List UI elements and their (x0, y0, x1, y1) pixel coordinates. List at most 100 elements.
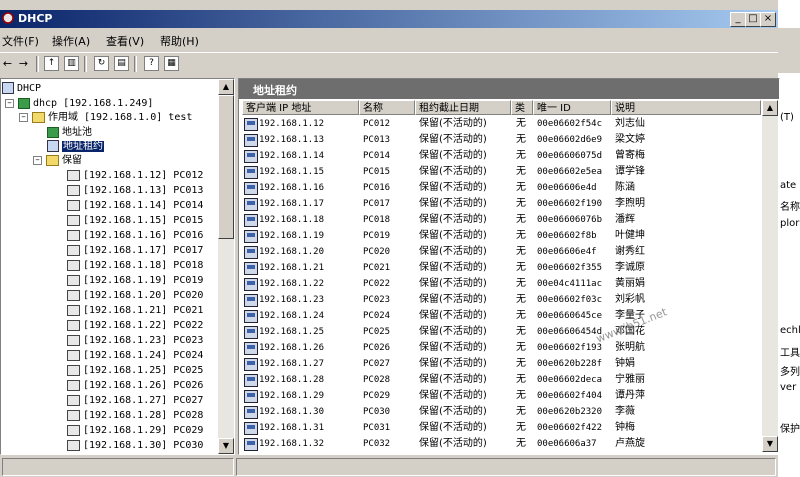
show-tree-icon[interactable]: ▥ (64, 56, 79, 71)
lease-row[interactable]: 192.168.1.19 PC019 保留(不活动的) 无 00e06602f8b 叶健坤 (239, 228, 761, 244)
refresh-icon[interactable]: ↻ (94, 56, 109, 71)
cell-ip: 192.168.1.24 (259, 311, 325, 321)
tree-node-scope[interactable]: − 作用域 [192.168.1.0] test (19, 110, 192, 125)
minimize-button[interactable]: _ (730, 12, 746, 27)
list-scrollbar[interactable]: ▲ ▼ (762, 100, 778, 452)
tree-node-address-pool[interactable]: 地址池 (47, 125, 92, 140)
cell-description: 李薇 (615, 406, 635, 417)
cell-type: 无 (516, 214, 526, 225)
lease-row[interactable]: 192.168.1.28 PC028 保留(不活动的) 无 00e06602deca 宁雅… (239, 372, 761, 388)
lease-row[interactable]: 192.168.1.13 PC013 保留(不活动的) 无 00e06602d6e9 梁文… (239, 132, 761, 148)
lease-row[interactable]: 192.168.1.20 PC020 保留(不活动的) 无 00e06606e4f 谢秀红 (239, 244, 761, 260)
tree-node-reservations[interactable]: − 保留 (33, 153, 82, 168)
tree-node-reservation[interactable]: [192.168.1.25] PC025 (67, 363, 203, 378)
lease-row[interactable]: 192.168.1.22 PC022 保留(不活动的) 无 00e04c4111ac 黄丽… (239, 276, 761, 292)
lease-row[interactable]: 192.168.1.32 PC032 保留(不活动的) 无 00e06606a37 卢燕旋 (239, 436, 761, 452)
menu-help[interactable]: 帮助(H) (160, 33, 199, 49)
tree-node-server[interactable]: − dhcp [192.168.1.249] (5, 96, 153, 111)
computer-icon (244, 406, 258, 419)
menu-view[interactable]: 查看(V) (106, 33, 144, 49)
menu-file[interactable]: 文件(F) (2, 33, 39, 49)
cell-name: PC032 (363, 439, 391, 449)
tree-node-reservation[interactable]: [192.168.1.26] PC026 (67, 378, 203, 393)
menu-action[interactable]: 操作(A) (52, 33, 90, 49)
lease-row[interactable]: 192.168.1.12 PC012 保留(不活动的) 无 00e06602f54c 刘志… (239, 116, 761, 132)
lease-row[interactable]: 192.168.1.21 PC021 保留(不活动的) 无 00e06602f355 李诚… (239, 260, 761, 276)
dhcp-root-icon (2, 82, 14, 94)
column-header-lease-expiry[interactable]: 租约截止日期 (415, 100, 511, 115)
tree-node-address-leases[interactable]: 地址租约 (47, 139, 104, 154)
column-header-type[interactable]: 类 (511, 100, 533, 115)
tree-node-reservation[interactable]: [192.168.1.14] PC014 (67, 198, 203, 213)
cell-name: PC017 (363, 199, 391, 209)
forward-arrow-icon[interactable]: → (16, 56, 31, 71)
collapse-icon[interactable]: − (33, 155, 42, 165)
lease-row[interactable]: 192.168.1.26 PC026 保留(不活动的) 无 00e06602f193 张明… (239, 340, 761, 356)
scroll-down-icon[interactable]: ▼ (762, 436, 778, 452)
tree-node-dhcp[interactable]: DHCP (2, 81, 41, 96)
tree-scrollbar[interactable]: ▲ ▼ (218, 79, 234, 454)
cell-lease-expiry: 保留(不活动的) (419, 230, 487, 241)
lease-row[interactable]: 192.168.1.23 PC023 保留(不活动的) 无 00e06602f03c 刘彩… (239, 292, 761, 308)
tree-node-reservation[interactable]: [192.168.1.22] PC022 (67, 318, 203, 333)
lease-row[interactable]: 192.168.1.18 PC018 保留(不活动的) 无 00e06606076b 潘辉 (239, 212, 761, 228)
cell-type: 无 (516, 326, 526, 337)
computer-icon (244, 278, 258, 291)
lease-row[interactable]: 192.168.1.29 PC029 保留(不活动的) 无 00e06602f404 谭丹… (239, 388, 761, 404)
lease-row[interactable]: 192.168.1.24 PC024 保留(不活动的) 无 00e0660645ce 李量… (239, 308, 761, 324)
cell-lease-expiry: 保留(不活动的) (419, 134, 487, 145)
tree-node-reservation[interactable]: [192.168.1.29] PC029 (67, 423, 203, 438)
tree-node-reservation[interactable]: [192.168.1.19] PC019 (67, 273, 203, 288)
cell-description: 黄丽娟 (615, 278, 645, 289)
tree-node-reservation[interactable]: [192.168.1.13] PC013 (67, 183, 203, 198)
tree-node-reservation[interactable]: [192.168.1.15] PC015 (67, 213, 203, 228)
up-folder-icon[interactable]: ↑ (44, 56, 59, 71)
help-icon[interactable]: ? (144, 56, 159, 71)
cell-ip: 192.168.1.14 (259, 151, 325, 161)
tree-node-reservation[interactable]: [192.168.1.27] PC027 (67, 393, 203, 408)
column-header-description[interactable]: 说明 (611, 100, 761, 115)
tree-node-reservation[interactable]: [192.168.1.21] PC021 (67, 303, 203, 318)
back-arrow-icon[interactable]: ← (0, 56, 15, 71)
tree-node-reservation[interactable]: [192.168.1.17] PC017 (67, 243, 203, 258)
cell-ip: 192.168.1.20 (259, 247, 325, 257)
column-header-unique-id[interactable]: 唯一 ID (533, 100, 611, 115)
collapse-icon[interactable]: − (5, 98, 14, 108)
lease-row[interactable]: 192.168.1.31 PC031 保留(不活动的) 无 00e06602f422 钟梅 (239, 420, 761, 436)
cell-description: 陈涵 (615, 182, 635, 193)
column-header-ip[interactable]: 客户端 IP 地址 (242, 100, 359, 115)
tree-node-reservation[interactable]: [192.168.1.30] PC030 (67, 438, 203, 453)
cell-lease-expiry: 保留(不活动的) (419, 310, 487, 321)
scroll-thumb[interactable] (218, 95, 234, 239)
scroll-up-icon[interactable]: ▲ (218, 79, 234, 95)
lease-row[interactable]: 192.168.1.14 PC014 保留(不活动的) 无 00e06606075d 曾寄… (239, 148, 761, 164)
bg-fragment: 工具 (780, 348, 800, 359)
tree-node-reservation[interactable]: [192.168.1.23] PC023 (67, 333, 203, 348)
cell-lease-expiry: 保留(不活动的) (419, 294, 487, 305)
tree-node-reservation[interactable]: [192.168.1.12] PC012 (67, 168, 203, 183)
scroll-up-icon[interactable]: ▲ (762, 100, 778, 116)
lease-row[interactable]: 192.168.1.17 PC017 保留(不活动的) 无 00e06602f190 李煦… (239, 196, 761, 212)
export-list-icon[interactable]: ▤ (114, 56, 129, 71)
cell-description: 潘辉 (615, 214, 635, 225)
lease-row[interactable]: 192.168.1.25 PC025 保留(不活动的) 无 00e06606454d 邓国… (239, 324, 761, 340)
collapse-icon[interactable]: − (19, 112, 28, 122)
title-bar[interactable]: DHCP _ □ × (0, 10, 778, 28)
tree-node-reservation[interactable]: [192.168.1.28] PC028 (67, 408, 203, 423)
reservation-icon (67, 424, 80, 436)
lease-row[interactable]: 192.168.1.30 PC030 保留(不活动的) 无 00e0620b2320 李薇 (239, 404, 761, 420)
computer-icon (244, 214, 258, 227)
maximize-button[interactable]: □ (745, 12, 761, 27)
reservation-icon (67, 244, 80, 256)
lease-row[interactable]: 192.168.1.27 PC027 保留(不活动的) 无 00e0620b228f 钟娟 (239, 356, 761, 372)
properties-icon[interactable]: ▦ (164, 56, 179, 71)
tree-node-reservation[interactable]: [192.168.1.18] PC018 (67, 258, 203, 273)
lease-row[interactable]: 192.168.1.16 PC016 保留(不活动的) 无 00e06606e4d 陈涵 (239, 180, 761, 196)
close-button[interactable]: × (760, 12, 776, 27)
tree-node-reservation[interactable]: [192.168.1.20] PC020 (67, 288, 203, 303)
lease-row[interactable]: 192.168.1.15 PC015 保留(不活动的) 无 00e06602e5ea 谭学… (239, 164, 761, 180)
column-header-name[interactable]: 名称 (359, 100, 415, 115)
scroll-down-icon[interactable]: ▼ (218, 438, 234, 454)
tree-node-reservation[interactable]: [192.168.1.24] PC024 (67, 348, 203, 363)
tree-node-reservation[interactable]: [192.168.1.16] PC016 (67, 228, 203, 243)
